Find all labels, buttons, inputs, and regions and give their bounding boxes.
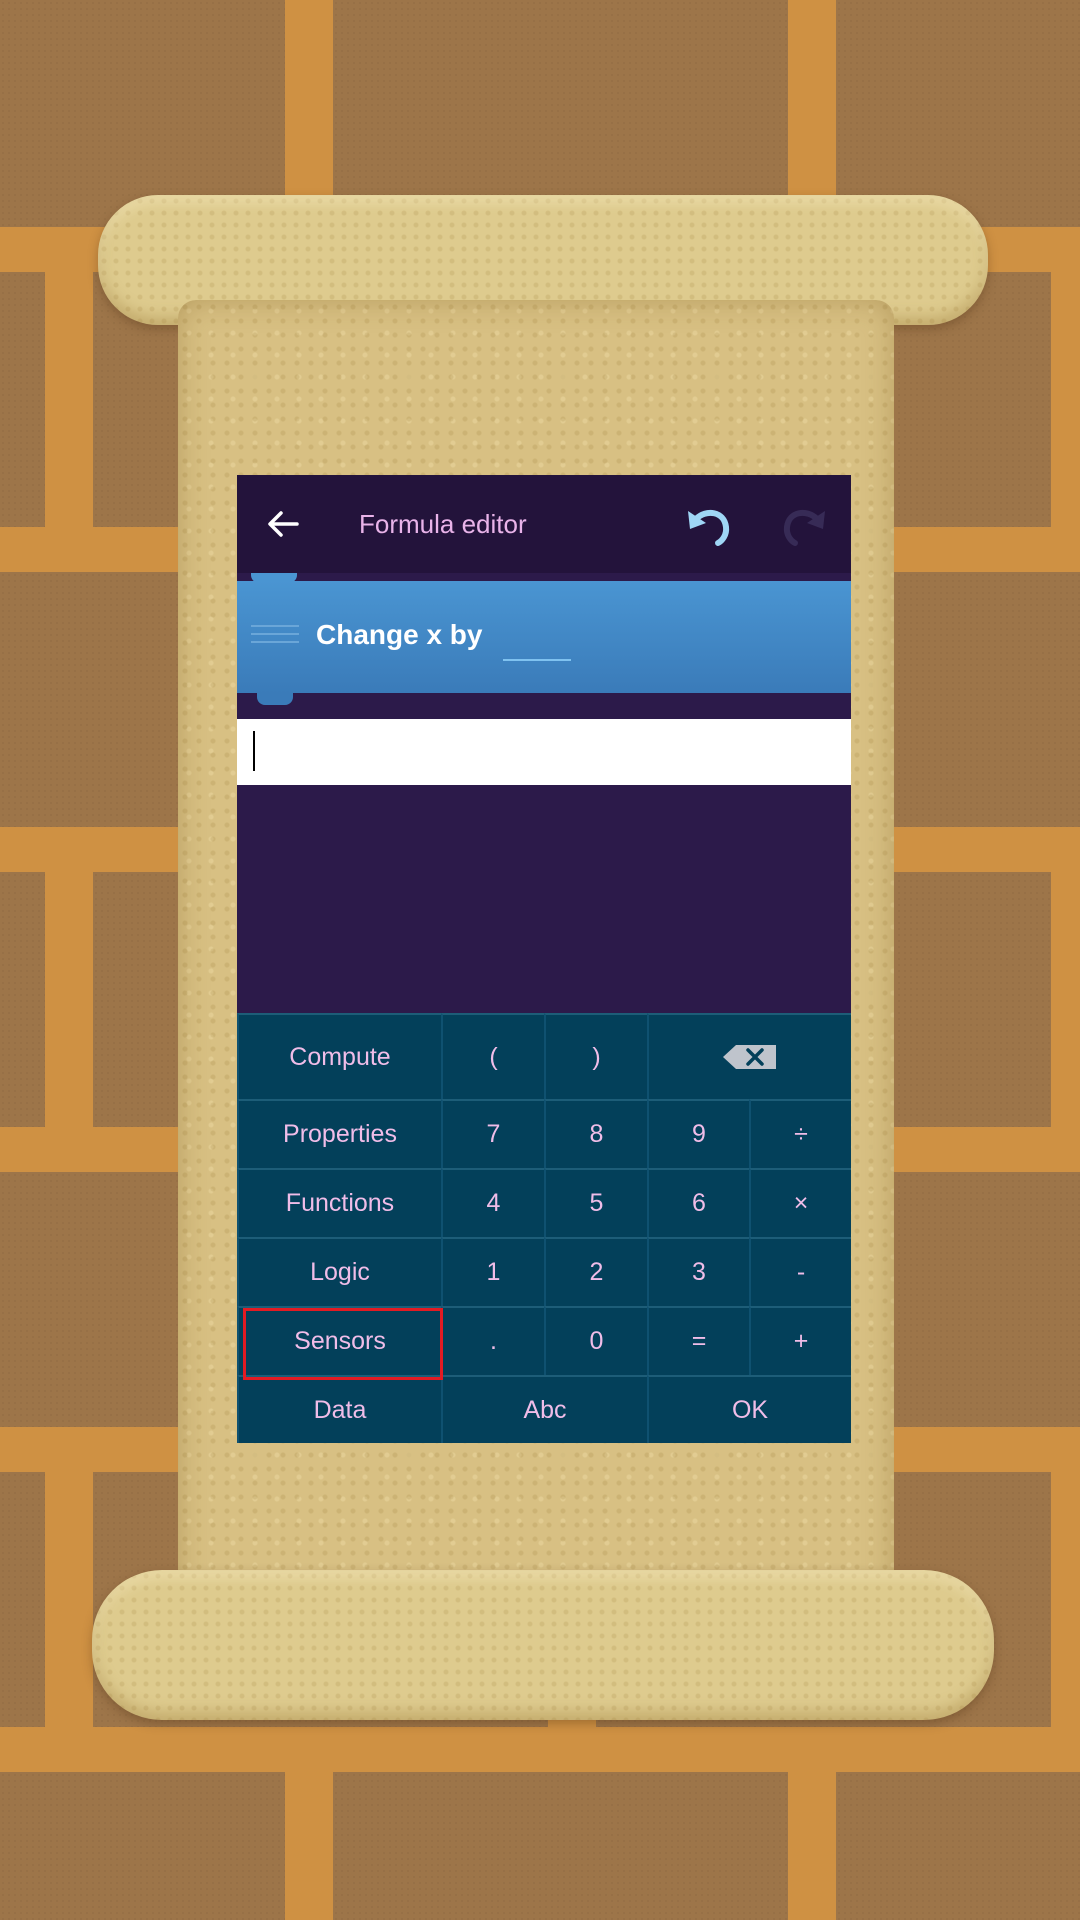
redo-button[interactable]	[777, 499, 831, 553]
equals-key[interactable]: =	[647, 1306, 749, 1375]
key-5[interactable]: 5	[544, 1168, 647, 1237]
properties-button[interactable]: Properties	[237, 1099, 441, 1168]
multiply-key[interactable]: ×	[749, 1168, 851, 1237]
drag-handle-icon[interactable]	[251, 625, 299, 651]
decimal-key[interactable]: .	[441, 1306, 544, 1375]
plus-key[interactable]: +	[749, 1306, 851, 1375]
key-3[interactable]: 3	[647, 1237, 749, 1306]
backspace-button[interactable]	[647, 1013, 851, 1099]
key-8[interactable]: 8	[544, 1099, 647, 1168]
key-6[interactable]: 6	[647, 1168, 749, 1237]
toolbar-title: Formula editor	[359, 509, 527, 539]
undo-icon	[688, 509, 730, 546]
divide-key[interactable]: ÷	[749, 1099, 851, 1168]
redo-icon	[783, 509, 825, 546]
wall-brick	[836, 1772, 1080, 1920]
compute-button[interactable]: Compute	[237, 1013, 441, 1099]
scroll-bottom-roll	[92, 1570, 994, 1720]
open-paren-key[interactable]: (	[441, 1013, 544, 1099]
functions-button[interactable]: Functions	[237, 1168, 441, 1237]
formula-editor-app: Formula editor Change x by Compute () P…	[237, 475, 851, 1443]
key-1[interactable]: 1	[441, 1237, 544, 1306]
wall-brick	[0, 0, 285, 227]
arrow-left-icon	[268, 511, 299, 537]
wall-brick	[0, 872, 45, 1127]
ok-button[interactable]: OK	[647, 1375, 851, 1443]
formula-input[interactable]	[237, 719, 851, 785]
minus-key[interactable]: -	[749, 1237, 851, 1306]
text-cursor	[253, 731, 255, 771]
change-x-brick[interactable]: Change x by	[237, 581, 851, 693]
abc-button[interactable]: Abc	[441, 1375, 647, 1443]
wall-brick	[0, 1472, 45, 1727]
wall-brick	[0, 1772, 285, 1920]
key-4[interactable]: 4	[441, 1168, 544, 1237]
backspace-icon	[723, 1045, 776, 1069]
undo-button[interactable]	[682, 499, 736, 553]
wall-brick	[333, 1772, 788, 1920]
toolbar: Formula editor	[237, 475, 851, 573]
key-9[interactable]: 9	[647, 1099, 749, 1168]
back-button[interactable]	[259, 499, 309, 549]
brick-label: Change x by	[316, 619, 483, 650]
wall-brick	[836, 0, 1080, 227]
brick-notch-bottom	[257, 693, 293, 705]
logic-button[interactable]: Logic	[237, 1237, 441, 1306]
key-7[interactable]: 7	[441, 1099, 544, 1168]
sensors-highlight-box	[243, 1308, 443, 1380]
data-button[interactable]: Data	[237, 1375, 441, 1443]
key-2[interactable]: 2	[544, 1237, 647, 1306]
brick-value-field[interactable]	[503, 659, 571, 661]
close-paren-key[interactable]: )	[544, 1013, 647, 1099]
wall-brick	[333, 0, 788, 227]
wall-brick	[0, 272, 45, 527]
key-0[interactable]: 0	[544, 1306, 647, 1375]
